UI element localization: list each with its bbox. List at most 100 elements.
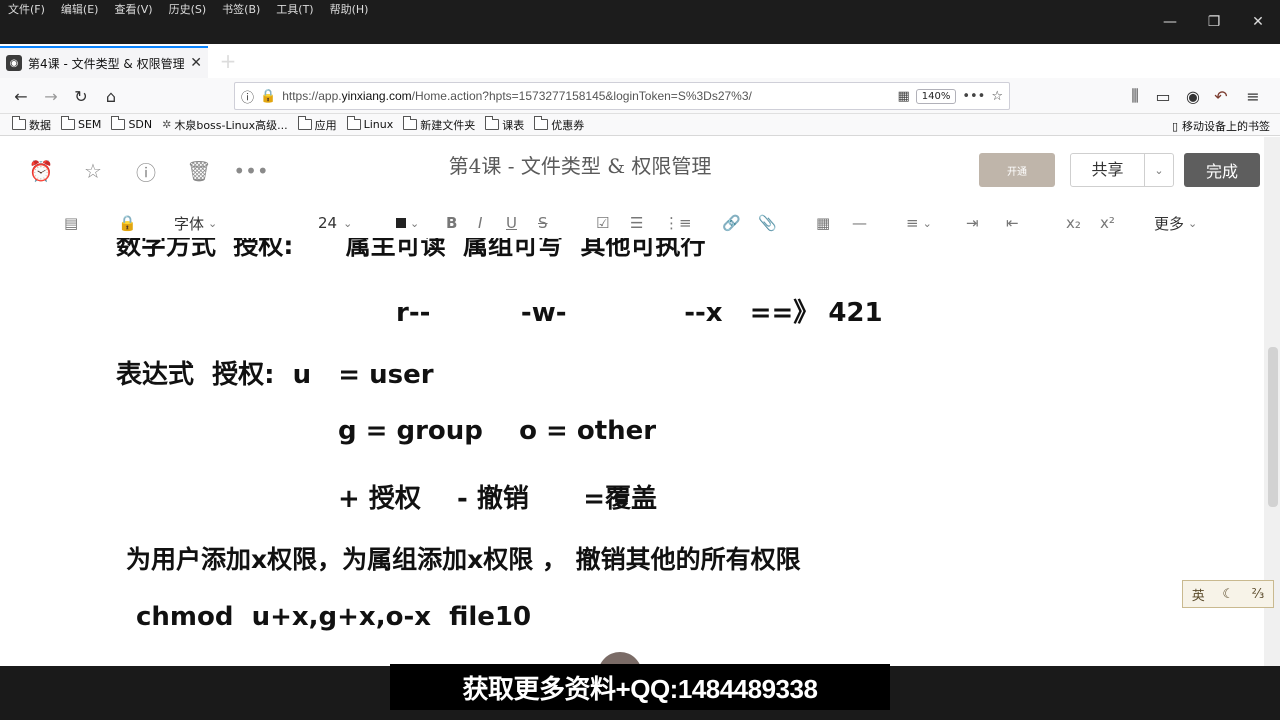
restore-button[interactable]: ❐ (1192, 0, 1236, 44)
note-template-icon[interactable]: ▤ (64, 211, 78, 235)
zoom-level[interactable]: 140% (915, 88, 957, 104)
bookmark-label: 应用 (314, 118, 337, 132)
attachment-icon[interactable]: 📎 (758, 211, 777, 235)
bookmark-label: 优惠券 (551, 118, 585, 132)
text-line-task: 为用户添加x权限，为属组添加x权限 ， 撤销其他的所有权限 (126, 545, 801, 574)
back-icon[interactable]: ← (8, 83, 34, 109)
note-title[interactable]: 第4课 - 文件类型 & 权限管理 (410, 150, 750, 179)
superscript-icon[interactable]: x² (1100, 211, 1115, 235)
link-icon[interactable]: 🔗 (722, 211, 741, 235)
address-bar[interactable]: ⓘ 🔒 https://app.yinxiang.com/Home.action… (234, 82, 1010, 110)
star-icon[interactable]: ☆ (80, 158, 106, 184)
ime-mode-label[interactable]: 英 (1192, 585, 1205, 604)
bookmark-item[interactable]: Linux (346, 116, 394, 131)
browser-tab[interactable]: ◉ 第4课 - 文件类型 & 权限管理 ✕ (0, 46, 208, 78)
font-family-select[interactable]: 字体 ⌄ (174, 211, 217, 235)
mobile-bookmarks[interactable]: ▯ 移动设备上的书签 (1172, 118, 1270, 134)
upgrade-button[interactable]: 开通 (979, 153, 1055, 187)
info-circle-icon[interactable]: ⓘ (133, 158, 159, 185)
horizontal-rule-icon[interactable]: — (852, 211, 867, 235)
library-icon[interactable]: ⫼ (1122, 83, 1148, 109)
outdent-icon[interactable]: ⇤ (1006, 211, 1019, 235)
punctuation-icon[interactable]: ⅔ (1252, 587, 1265, 602)
moon-icon[interactable]: ☾ (1222, 587, 1234, 602)
numbered-list-icon[interactable]: ⋮≡ (664, 211, 692, 235)
reload-icon[interactable]: ↻ (68, 83, 94, 109)
info-icon[interactable]: ⓘ (241, 87, 254, 106)
menu-hamburger-icon[interactable]: ≡ (1240, 83, 1266, 109)
forward-icon[interactable]: → (38, 83, 64, 109)
menu-file[interactable]: 文件(F) (0, 0, 53, 20)
trash-icon[interactable]: 🗑 (186, 158, 212, 184)
scrollbar-thumb[interactable] (1268, 347, 1278, 507)
lock-note-icon[interactable]: 🔒 (118, 211, 137, 235)
screen: 文件(F) 编辑(E) 查看(V) 历史(S) 书签(B) 工具(T) 帮助(H… (0, 0, 1280, 720)
window-controls: — ❐ ✕ (1148, 0, 1280, 44)
menu-help[interactable]: 帮助(H) (322, 0, 377, 20)
menu-history[interactable]: 历史(S) (161, 0, 215, 20)
bookmark-item[interactable]: SDN (111, 116, 153, 131)
folder-icon (111, 116, 126, 130)
menu-bookmarks[interactable]: 书签(B) (214, 0, 268, 20)
new-tab-button[interactable]: + (214, 46, 242, 76)
italic-icon[interactable]: I (478, 211, 482, 235)
checkbox-icon[interactable]: ☑ (596, 211, 609, 235)
bookmark-label: SDN (128, 118, 153, 131)
text-color-select[interactable]: ⌄ (396, 211, 419, 235)
table-icon[interactable]: ▦ (816, 211, 830, 235)
bold-icon[interactable]: B (446, 211, 457, 235)
chevron-down-icon: ⌄ (208, 216, 218, 230)
ime-toolbar[interactable]: 英 ☾ ⅔ (1182, 580, 1274, 608)
more-options-icon[interactable]: ••• (233, 158, 268, 184)
bookmark-item[interactable]: 应用 (297, 116, 337, 133)
bookmark-label: Linux (363, 118, 394, 131)
url-domain: yinxiang.com (341, 89, 412, 103)
bookmarks-bar: 数据 SEM SDN ✲ 木泉boss-Linux高级... 应用 Linux 新… (0, 114, 1280, 136)
minimize-button[interactable]: — (1148, 0, 1192, 44)
menu-tools[interactable]: 工具(T) (268, 0, 321, 20)
bookmark-label: SEM (78, 118, 102, 131)
qr-code-icon[interactable]: ▦ (897, 89, 909, 104)
account-icon[interactable]: ◉ (1180, 83, 1206, 109)
url-text[interactable]: https://app.yinxiang.com/Home.action?hpt… (282, 89, 891, 103)
phone-icon: ▯ (1171, 119, 1178, 133)
align-left-icon: ≡ (906, 214, 919, 232)
align-select[interactable]: ≡ ⌄ (906, 211, 932, 235)
indent-icon[interactable]: ⇥ (966, 211, 979, 235)
close-window-button[interactable]: ✕ (1236, 0, 1280, 44)
color-swatch (396, 218, 406, 228)
chevron-down-icon[interactable]: ⌄ (1145, 164, 1173, 177)
more-label: 更多 (1154, 214, 1185, 233)
url-prefix: https://app. (282, 89, 342, 103)
menu-view[interactable]: 查看(V) (106, 0, 160, 20)
bookmark-item[interactable]: SEM (61, 116, 102, 131)
reminder-clock-icon[interactable]: ⏰ (28, 158, 54, 184)
text-line-group-other: g = group o = other (338, 416, 657, 446)
folder-icon (534, 116, 549, 130)
bookmark-item[interactable]: ✲ 木泉boss-Linux高级... (162, 117, 288, 133)
more-format-select[interactable]: 更多 ⌄ (1154, 211, 1197, 235)
chevron-down-icon: ⌄ (343, 216, 353, 230)
bookmark-item[interactable]: 优惠券 (534, 116, 585, 133)
sidebar-icon[interactable]: ▭ (1150, 83, 1176, 109)
menu-edit[interactable]: 编辑(E) (53, 0, 107, 20)
bookmark-item[interactable]: 新建文件夹 (403, 116, 475, 133)
underline-icon[interactable]: U (506, 211, 517, 235)
done-button[interactable]: 完成 (1184, 153, 1260, 187)
chevron-down-icon: ⌄ (1188, 216, 1198, 230)
bookmark-item[interactable]: 数据 (12, 116, 51, 133)
subscript-icon[interactable]: x₂ (1066, 211, 1081, 235)
page-actions-icon[interactable]: ••• (962, 89, 985, 104)
share-button[interactable]: 共享 ⌄ (1070, 153, 1174, 187)
bullet-list-icon[interactable]: ☰ (630, 211, 643, 235)
extension-icon[interactable]: ↶ (1208, 83, 1234, 109)
strikethrough-icon[interactable]: S (538, 211, 548, 235)
home-icon[interactable]: ⌂ (98, 83, 124, 109)
bookmark-item[interactable]: 课表 (485, 116, 524, 133)
font-size-select[interactable]: 24 ⌄ (318, 211, 352, 235)
promo-text: 获取更多资料+QQ:1484489338 (462, 673, 818, 704)
tab-close-icon[interactable]: ✕ (190, 55, 202, 71)
font-family-label: 字体 (174, 214, 205, 233)
note-body[interactable]: 数字方式 授权: 属主可读 属组可写 其他可执行 r-- -w- --x ==》… (0, 238, 1264, 666)
bookmark-star-icon[interactable]: ☆ (991, 89, 1003, 104)
